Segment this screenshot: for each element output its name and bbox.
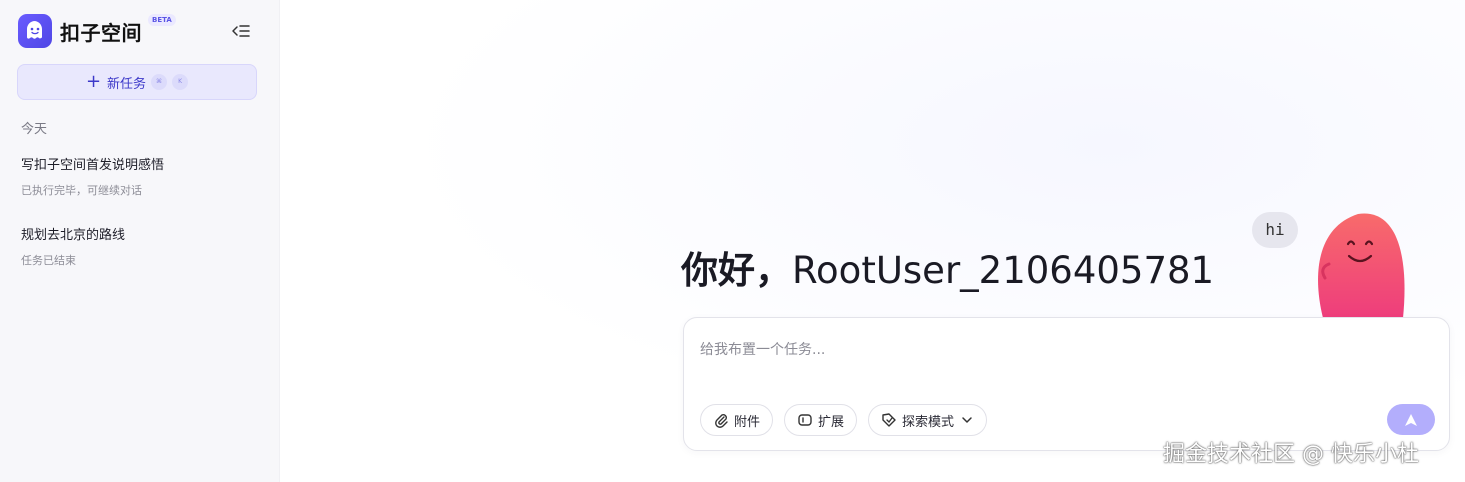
section-today-label: 今天 (21, 122, 48, 137)
plus-icon: + (85, 71, 102, 92)
hi-speech-bubble: hi (1252, 212, 1298, 248)
history-item-title: 写扣子空间首发说明感悟 (21, 158, 165, 173)
brand-name: 扣子空间 (60, 20, 142, 45)
new-task-button[interactable]: + 新任务 ⌘ K (17, 64, 257, 100)
greeting-hello: 你好， (681, 249, 792, 292)
shortcut-key-k: K (172, 74, 189, 90)
send-arrow-icon (1405, 413, 1417, 426)
task-input-card[interactable]: 给我布置一个任务... 附件 扩展 探索模式 (683, 317, 1450, 451)
explore-mode-label: 探索模式 (902, 414, 955, 430)
sidebar: 扣子空间 BETA + 新任务 ⌘ K 今天 写扣子空间首发说明感悟 已执行完毕… (0, 0, 280, 482)
watermark: 掘金技术社区 @ 快乐小杜 (1163, 442, 1419, 467)
beta-badge: BETA (148, 14, 176, 26)
collapse-sidebar-icon[interactable] (230, 22, 252, 40)
history-item-status: 任务已结束 (21, 254, 76, 267)
history-item-title: 规划去北京的路线 (21, 228, 126, 243)
attach-button[interactable]: 附件 (700, 404, 774, 436)
task-input[interactable]: 给我布置一个任务... (700, 339, 825, 359)
chevron-down-icon (962, 417, 972, 423)
history-item[interactable]: 规划去北京的路线 任务已结束 (21, 224, 261, 268)
brand[interactable]: 扣子空间 BETA (18, 14, 176, 48)
extend-button[interactable]: 扩展 (784, 404, 858, 436)
ghost-logo-icon (18, 14, 52, 48)
paperclip-icon (715, 414, 728, 428)
extend-label: 扩展 (818, 414, 845, 430)
tag-icon (882, 413, 896, 427)
history-item[interactable]: 写扣子空间首发说明感悟 已执行完毕，可继续对话 (21, 154, 261, 198)
shortcut-key-cmd: ⌘ (151, 74, 168, 90)
main-area: 你好，RootUser_2106405781 hi 给我布置一个任务... 附件 (281, 0, 1465, 482)
plugin-icon (798, 414, 812, 426)
new-task-label: 新任务 (107, 76, 147, 92)
greeting-username: RootUser_2106405781 (792, 249, 1215, 292)
send-button[interactable] (1387, 404, 1435, 435)
mascot-icon (1303, 208, 1413, 322)
attach-label: 附件 (734, 414, 761, 430)
explore-mode-dropdown[interactable]: 探索模式 (868, 404, 988, 436)
greeting: 你好，RootUser_2106405781 (681, 240, 1214, 294)
history-item-status: 已执行完毕，可继续对话 (21, 184, 142, 197)
